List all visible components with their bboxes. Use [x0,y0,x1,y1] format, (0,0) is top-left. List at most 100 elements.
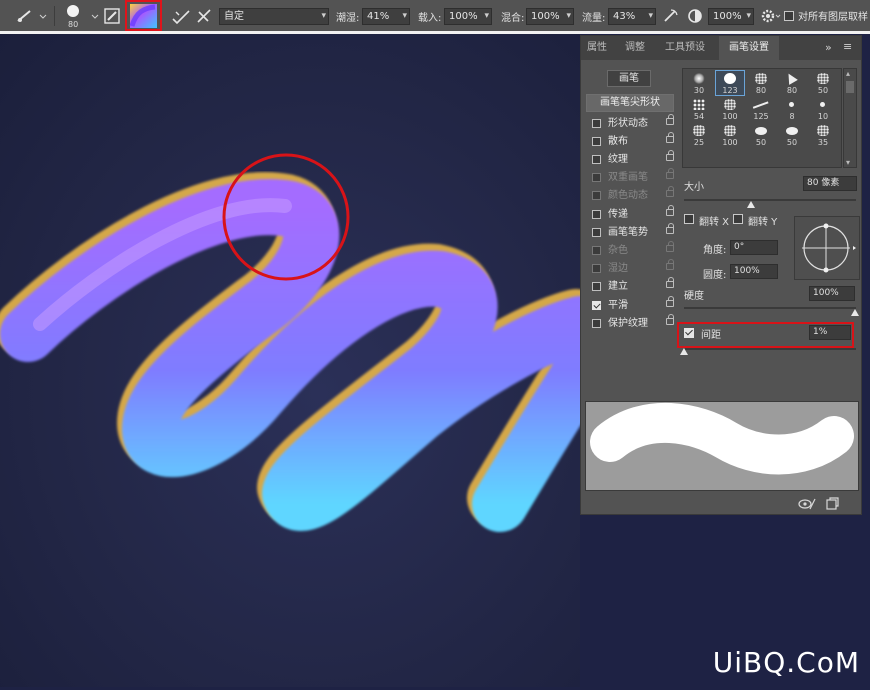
brush-tip-size-label: 8 [789,112,795,121]
brush-tip-thumbnail [724,73,736,84]
tab-brush-settings[interactable]: 画笔设置 [719,36,779,60]
angle-input[interactable]: 0° [730,240,778,255]
checkbox [592,173,601,182]
airbrush-button[interactable] [662,0,680,31]
lock-icon[interactable] [666,132,674,143]
brush-tip-8[interactable]: 8 [778,97,806,121]
brush-presets-button[interactable]: 画笔 [607,70,651,87]
new-brush-icon[interactable] [825,497,839,511]
collapse-panel-icon[interactable]: » [825,41,832,54]
brush-tip-5[interactable]: 54 [685,97,713,121]
option-smoothing[interactable]: 平滑 [586,296,674,315]
lock-icon[interactable] [666,223,674,234]
checkbox[interactable] [592,282,601,291]
checkbox-checked[interactable] [592,301,601,310]
flip-y-checkbox[interactable] [733,214,743,224]
chevron-down-icon[interactable]: ▾ [846,158,850,167]
brush-tip-shape-item[interactable]: 画笔笔尖形状 [586,94,674,112]
wetness-input[interactable]: 41% ▾ [362,8,410,25]
settings-button[interactable] [760,0,782,31]
checkbox[interactable] [592,137,601,146]
load-brush-button[interactable] [171,0,191,31]
scrollbar-thumb[interactable] [846,81,854,93]
document-canvas[interactable] [0,34,608,687]
flow-input[interactable]: 43% ▾ [608,8,656,25]
brush-tip-4[interactable]: 50 [809,71,837,95]
brush-grid-scrollbar[interactable]: ▴ ▾ [843,68,857,168]
spacing-slider-thumb[interactable] [680,348,688,355]
brush-tip-size-label: 100 [722,138,738,147]
brush-tip-thumbnail [820,102,825,107]
lock-icon[interactable] [666,277,674,288]
brush-tip-13[interactable]: 50 [778,123,806,147]
mix-preset-dropdown[interactable]: 自定 ▾ [219,8,329,25]
option-protect-texture[interactable]: 保护纹理 [586,314,674,333]
clean-brush-button[interactable] [195,0,213,31]
toggle-brush-panel-button[interactable] [104,0,120,31]
lock-icon[interactable] [666,114,674,125]
brush-tip-3[interactable]: 80 [778,71,806,95]
flip-y-label: 翻转 Y [748,217,778,228]
brush-tip-11[interactable]: 100 [716,123,744,147]
airbrush-icon [664,8,678,22]
angle-button[interactable] [686,0,704,31]
checkbox[interactable] [592,155,601,164]
tab-tool-presets[interactable]: 工具预设 [665,36,711,60]
tab-properties[interactable]: 属性 [587,36,613,60]
toggle-live-tip-icon[interactable] [797,497,817,511]
lock-icon[interactable] [666,150,674,161]
lock-icon[interactable] [666,296,674,307]
brush-tip-size-label: 50 [817,86,829,95]
option-build-up[interactable]: 建立 [586,277,674,296]
brush-tip-0[interactable]: 30 [685,71,713,95]
brush-tip-7[interactable]: 125 [747,97,775,121]
hardness-slider[interactable] [684,307,856,309]
checkbox[interactable] [592,319,601,328]
flip-x-label: 翻转 X [699,217,730,228]
flip-x-checkbox[interactable] [684,214,694,224]
lock-icon [666,186,674,197]
tab-adjustments[interactable]: 调整 [625,36,651,60]
brush-tip-6[interactable]: 100 [716,97,744,121]
smoothing-input[interactable]: 100% ▾ [708,8,754,25]
brush-tip-1[interactable]: 123 [715,70,745,96]
tool-preset-picker[interactable] [14,0,48,31]
checkbox[interactable] [592,119,601,128]
roundness-input[interactable]: 100% [730,264,778,279]
checkbox [592,246,601,255]
spacing-slider[interactable] [684,348,856,350]
hardness-input[interactable]: 100% [809,286,855,301]
mix-value: 100% [531,11,560,22]
option-texture[interactable]: 纹理 [586,150,674,169]
brush-tip-12[interactable]: 50 [747,123,775,147]
checkbox[interactable] [592,228,601,237]
option-shape-dynamics[interactable]: 形状动态 [586,114,674,133]
brush-tip-10[interactable]: 25 [685,123,713,147]
brush-tip-size-label: 50 [786,138,798,147]
mix-input[interactable]: 100% ▾ [526,8,574,25]
sample-all-layers-label: 对所有图层取样 [798,12,868,23]
hardness-slider-thumb[interactable] [851,309,859,316]
brush-tip-2[interactable]: 80 [747,71,775,95]
brush-tip-14[interactable]: 35 [809,123,837,147]
lock-icon[interactable] [666,314,674,325]
option-brush-pose[interactable]: 画笔笔势 [586,223,674,242]
brush-tip-grid[interactable]: 30 123 80 80 50 54 100 125 8 10 25 100 50 50 35 [682,68,842,168]
mixer-brush-icon [17,9,47,22]
size-input[interactable]: 80 像素 [803,176,857,191]
brush-tip-9[interactable]: 10 [809,97,837,121]
load-input[interactable]: 100% ▾ [444,8,492,25]
sample-all-layers-checkbox[interactable]: 对所有图层取样 [784,0,870,31]
size-slider[interactable] [684,199,856,201]
chevron-up-icon[interactable]: ▴ [846,69,850,78]
hardness-label: 硬度 [684,291,704,302]
chevron-down-icon: ▾ [566,11,571,21]
angle-roundness-widget[interactable] [794,216,860,280]
checkbox[interactable] [592,210,601,219]
panel-menu-icon[interactable]: ≡ [843,40,852,53]
size-slider-thumb[interactable] [747,201,755,208]
lock-icon[interactable] [666,205,674,216]
option-scattering[interactable]: 散布 [586,132,674,151]
option-transfer[interactable]: 传递 [586,205,674,224]
checkbox[interactable] [784,10,794,21]
